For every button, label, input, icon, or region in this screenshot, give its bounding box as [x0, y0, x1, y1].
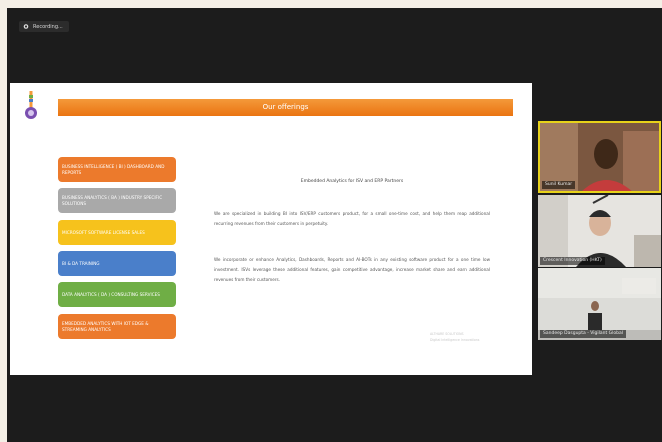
offering-training: BI & DA TRAINING	[58, 251, 176, 276]
offering-label: BUSINESS INTELLIGENCE ( BI ) DASHBOARD A…	[62, 164, 165, 175]
offering-embedded: EMBEDDED ANALYTICS WITH IOT EDGE & STREA…	[58, 314, 176, 339]
recording-label: Recording...	[33, 23, 63, 30]
offering-label: EMBEDDED ANALYTICS WITH IOT EDGE & STREA…	[62, 321, 149, 332]
participant-tile[interactable]: Sandeep Dasgupta - Vigilant Global	[538, 268, 661, 340]
participant-name: Sunil Kumar	[542, 181, 576, 189]
offering-ba: BUSINESS ANALYTICS ( BA ) INDUSTRY SPECI…	[58, 188, 176, 213]
participant-name: Sandeep Dasgupta - Vigilant Global	[540, 330, 627, 338]
offering-license: MICROSOFT SOFTWARE LICENSE SALES	[58, 220, 176, 245]
footer-line: Digital Intelligence Innovations	[430, 338, 480, 342]
content-paragraph: We are specialized in building BI into I…	[214, 211, 490, 226]
offering-bi: BUSINESS INTELLIGENCE ( BI ) DASHBOARD A…	[58, 157, 176, 182]
offering-label: BUSINESS ANALYTICS ( BA ) INDUSTRY SPECI…	[62, 195, 163, 206]
recording-icon	[23, 24, 29, 29]
offering-label: MICROSOFT SOFTWARE LICENSE SALES	[62, 229, 145, 235]
participant-tile[interactable]: Sunil Kumar	[538, 121, 661, 193]
slide-title-banner: Our offerings	[58, 99, 513, 116]
offering-da: DATA ANALYTICS ( DA ) CONSULTING SERVICE…	[58, 282, 176, 307]
slide-footer: ALTHARE SOLUTIONS Digital Intelligence I…	[430, 331, 510, 343]
participant-tile[interactable]: Crescent Innovation (HKT)	[538, 195, 661, 267]
recording-indicator[interactable]: Recording...	[19, 21, 69, 32]
content-title: Embedded Analytics for ISV and ERP Partn…	[300, 179, 404, 184]
offering-label: BI & DA TRAINING	[62, 260, 100, 266]
company-logo	[25, 91, 37, 119]
content-paragraph: We incorporate or enhance Analytics, Das…	[214, 257, 490, 282]
participant-name: Crescent Innovation (HKT)	[540, 257, 605, 265]
offering-label: DATA ANALYTICS ( DA ) CONSULTING SERVICE…	[62, 291, 160, 297]
shared-slide: Our offerings BUSINESS INTELLIGENCE ( BI…	[10, 83, 532, 375]
